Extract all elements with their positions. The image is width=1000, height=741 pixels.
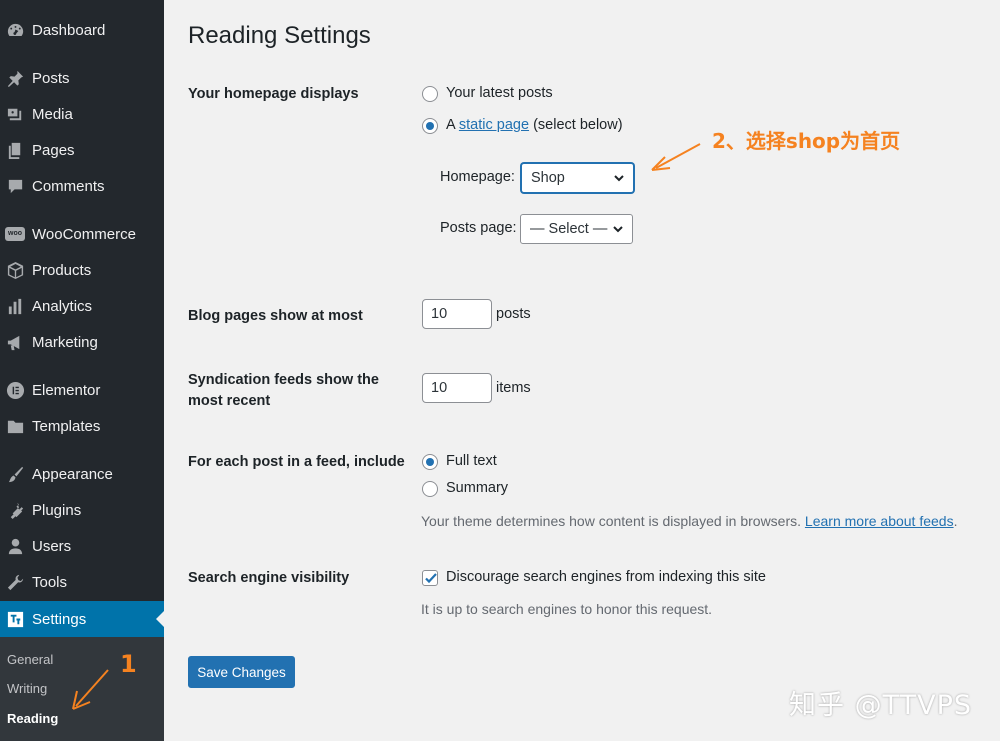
active-indicator [156, 611, 164, 627]
sidebar-item-comments[interactable]: Comments [0, 168, 164, 204]
syndication-label: Syndication feeds show the most recent [188, 372, 379, 409]
homepage-displays-label: Your homepage displays [188, 86, 359, 102]
watermark: 知乎 @TTVPS [789, 690, 972, 721]
sidebar-item-products[interactable]: Products [0, 252, 164, 288]
static-page-label: A static page (select below) [446, 117, 623, 133]
pages-icon [5, 140, 25, 160]
sidebar-item-label: WooCommerce [32, 225, 136, 243]
radio-summary[interactable] [422, 481, 438, 497]
static-suffix: (select below) [533, 117, 623, 133]
feed-desc-text: Your theme determines how content is dis… [421, 513, 802, 529]
user-icon [5, 536, 25, 556]
sidebar-item-dashboard[interactable]: Dashboard [0, 12, 164, 48]
sidebar-item-pages[interactable]: Pages [0, 132, 164, 168]
sidebar-item-posts[interactable]: Posts [0, 60, 164, 96]
submenu-item-writing[interactable]: Writing [7, 681, 47, 696]
admin-sidebar: Dashboard Posts Media Pages Comments woo… [0, 0, 164, 741]
sidebar-item-label: Plugins [32, 501, 82, 519]
sidebar-item-label: Analytics [32, 297, 93, 315]
annotation-step1: 1 [120, 650, 137, 678]
summary-label: Summary [446, 480, 509, 496]
syndication-value: 10 [431, 380, 448, 396]
media-icon [5, 104, 25, 124]
wrench-icon [5, 572, 25, 592]
settings-icon [5, 609, 25, 629]
syndication-input[interactable]: 10 [422, 373, 492, 403]
sidebar-item-label: Products [32, 261, 92, 279]
sidebar-item-label: Templates [32, 417, 101, 435]
sidebar-item-label: Users [32, 537, 72, 555]
feed-description: Your theme determines how content is dis… [421, 513, 957, 529]
static-prefix: A [446, 117, 455, 133]
sidebar-item-woocommerce[interactable]: woo WooCommerce [0, 216, 164, 252]
homepage-select[interactable]: Shop [521, 163, 634, 193]
sidebar-item-appearance[interactable]: Appearance [0, 456, 164, 492]
radio-full-text[interactable] [422, 454, 438, 470]
posts-page-select-value: — Select — [530, 221, 608, 237]
sidebar-item-tools[interactable]: Tools [0, 564, 164, 600]
search-visibility-label: Search engine visibility [188, 570, 350, 586]
sidebar-item-label: Appearance [32, 465, 113, 483]
brush-icon [5, 464, 25, 484]
comment-icon [5, 176, 25, 196]
sidebar-item-settings[interactable]: Settings [0, 601, 164, 637]
sidebar-item-elementor[interactable]: Elementor [0, 372, 164, 408]
homepage-select-label: Homepage: [440, 169, 515, 185]
syndication-unit: items [496, 380, 531, 396]
blog-pages-input[interactable]: 10 [422, 299, 492, 329]
save-changes-button[interactable]: Save Changes [188, 656, 295, 688]
woocommerce-icon: woo [5, 224, 25, 244]
dashboard-icon [5, 20, 25, 40]
discourage-search-checkbox[interactable] [422, 570, 438, 586]
posts-page-select[interactable]: — Select — [520, 214, 633, 244]
static-page-link[interactable]: static page [459, 117, 529, 133]
sidebar-item-label: Elementor [32, 381, 101, 399]
latest-posts-label: Your latest posts [446, 85, 553, 101]
chevron-down-icon [614, 175, 624, 182]
page-title: Reading Settings [188, 22, 371, 49]
discourage-search-label: Discourage search engines from indexing … [446, 569, 766, 585]
homepage-select-value: Shop [531, 170, 565, 186]
submenu-item-reading[interactable]: Reading [7, 711, 58, 726]
folder-icon [5, 416, 25, 436]
sidebar-item-label: Comments [32, 177, 105, 195]
blog-pages-value: 10 [431, 306, 448, 322]
sidebar-item-plugins[interactable]: Plugins [0, 492, 164, 528]
sidebar-item-label: Pages [32, 141, 75, 159]
radio-static-page[interactable] [422, 118, 438, 134]
feed-include-label: For each post in a feed, include [188, 454, 405, 470]
pin-icon [5, 68, 25, 88]
radio-latest-posts[interactable] [422, 86, 438, 102]
annotation-step2: 2、选择shop为首页 [712, 129, 901, 153]
megaphone-icon [5, 332, 25, 352]
elementor-icon [5, 380, 25, 400]
box-icon [5, 260, 25, 280]
checkmark-icon [425, 573, 437, 584]
chevron-down-icon [613, 226, 623, 233]
full-text-label: Full text [446, 453, 497, 469]
sidebar-item-label: Settings [32, 610, 87, 628]
sidebar-item-label: Marketing [32, 333, 98, 351]
sidebar-item-label: Tools [32, 573, 68, 591]
posts-page-select-label: Posts page: [440, 220, 517, 236]
sidebar-item-templates[interactable]: Templates [0, 408, 164, 444]
sidebar-item-media[interactable]: Media [0, 96, 164, 132]
sidebar-item-users[interactable]: Users [0, 528, 164, 564]
submenu-item-general[interactable]: General [7, 652, 53, 667]
sidebar-item-label: Media [32, 105, 73, 123]
sidebar-item-label: Posts [32, 69, 70, 87]
blog-pages-label: Blog pages show at most [188, 308, 363, 324]
bar-chart-icon [5, 296, 25, 316]
visibility-description: It is up to search engines to honor this… [421, 601, 713, 617]
learn-more-feeds-link[interactable]: Learn more about feeds [805, 513, 954, 529]
feed-desc-end: . [953, 513, 958, 529]
plug-icon [5, 500, 25, 520]
main-content: Reading Settings Your homepage displays … [164, 0, 1000, 741]
blog-pages-unit: posts [496, 306, 531, 322]
sidebar-item-analytics[interactable]: Analytics [0, 288, 164, 324]
settings-submenu: General Writing Reading [0, 637, 164, 741]
sidebar-item-marketing[interactable]: Marketing [0, 324, 164, 360]
sidebar-item-label: Dashboard [32, 21, 106, 39]
